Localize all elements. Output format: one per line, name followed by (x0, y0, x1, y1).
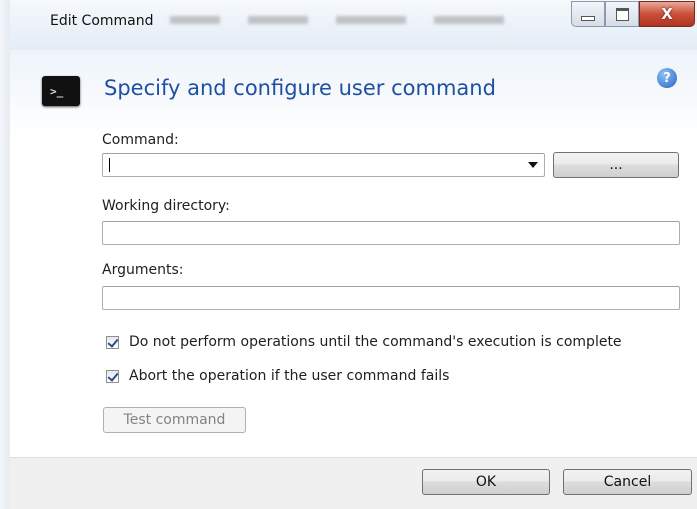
background-tabs (170, 16, 504, 24)
arguments-label: Arguments: (102, 262, 184, 278)
working-directory-input[interactable] (103, 222, 679, 244)
command-label: Command: (102, 132, 179, 148)
window-controls: X (571, 1, 695, 27)
chevron-down-icon[interactable] (528, 162, 538, 168)
maximize-icon (615, 7, 629, 21)
background-window-edge (0, 0, 10, 509)
command-input[interactable] (103, 154, 544, 176)
minimize-button[interactable] (571, 1, 605, 27)
wait-for-completion-checkbox[interactable] (106, 335, 119, 349)
working-directory-field[interactable] (102, 221, 680, 245)
wait-for-completion-label: Do not perform operations until the comm… (129, 334, 622, 350)
abort-on-failure-option[interactable]: Abort the operation if the user command … (106, 368, 449, 384)
text-caret (109, 158, 110, 172)
window-title: Edit Command (50, 13, 154, 29)
browse-button[interactable]: ... (553, 152, 679, 178)
wait-for-completion-option[interactable]: Do not perform operations until the comm… (106, 334, 622, 350)
minimize-icon (581, 15, 595, 21)
abort-on-failure-label: Abort the operation if the user command … (129, 368, 450, 384)
arguments-field[interactable] (102, 286, 680, 310)
command-combobox[interactable] (102, 153, 545, 177)
page-title: Specify and configure user command (104, 76, 496, 100)
close-button[interactable]: X (639, 1, 695, 27)
arguments-input[interactable] (103, 287, 679, 309)
help-icon[interactable]: ? (657, 68, 677, 88)
dialog-footer: OK Cancel (10, 457, 697, 509)
maximize-button[interactable] (605, 1, 639, 27)
title-bar: Edit Command X (10, 0, 697, 50)
ok-button[interactable]: OK (422, 469, 550, 495)
abort-on-failure-checkbox[interactable] (106, 369, 119, 383)
close-icon: X (661, 5, 673, 23)
working-directory-label: Working directory: (102, 198, 230, 214)
test-command-button[interactable]: Test command (103, 407, 246, 433)
dialog-content: >_ Specify and configure user command ? … (10, 50, 697, 457)
command-prompt-icon: >_ (42, 76, 80, 106)
cancel-button[interactable]: Cancel (563, 469, 692, 495)
